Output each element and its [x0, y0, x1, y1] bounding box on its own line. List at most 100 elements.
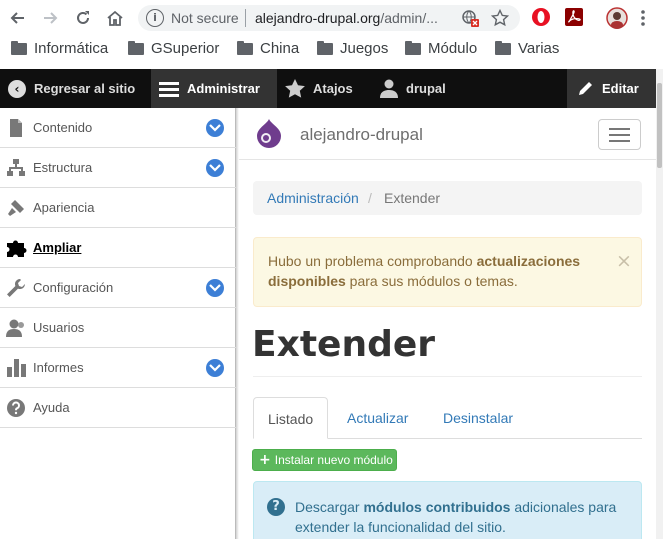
folder-icon	[495, 40, 511, 55]
translate-blocked-icon[interactable]	[461, 9, 479, 32]
folder-icon	[405, 40, 421, 55]
chevron-down-icon[interactable]	[206, 159, 224, 177]
reload-icon[interactable]	[71, 6, 95, 30]
sidebar-item-ayuda[interactable]: Ayuda	[0, 388, 236, 428]
pdf-extension-icon[interactable]	[564, 7, 586, 29]
bookmark-label: China	[260, 40, 300, 57]
folder-icon	[128, 40, 144, 55]
back-to-site-button[interactable]: ‹ Regresar al sitio	[0, 69, 135, 108]
address-bar[interactable]: i Not secure alejandro-drupal.org/admin/…	[138, 5, 520, 31]
chevron-left-icon: ‹	[8, 79, 26, 98]
sidebar-item-ampliar[interactable]: Ampliar	[0, 228, 236, 268]
bookmark-folder[interactable]: Juegos	[317, 40, 388, 57]
sidebar-item-label: Apariencia	[33, 200, 95, 215]
url-path: /admin/...	[380, 10, 438, 26]
page-scrollbar[interactable]	[656, 69, 663, 539]
tab-desinstalar[interactable]: Desinstalar	[443, 397, 513, 439]
bookmark-folder[interactable]: China	[237, 40, 299, 57]
sidebar-item-label: Ampliar	[33, 240, 82, 255]
tab-shortcuts[interactable]: Atajos	[285, 69, 353, 108]
chevron-down-icon[interactable]	[206, 119, 224, 137]
alert-message: Hubo un problema comprobando actualizaci…	[268, 251, 608, 291]
document-icon	[6, 118, 26, 138]
contrib-modules-link[interactable]: módulos contribuidos	[363, 499, 510, 515]
edit-label: Editar	[602, 81, 639, 96]
star-icon[interactable]	[490, 8, 510, 32]
tab-actualizar[interactable]: Actualizar	[347, 397, 408, 439]
warning-alert: Hubo un problema comprobando actualizaci…	[253, 237, 642, 307]
plus-icon: +	[259, 452, 271, 468]
tab-user[interactable]: drupal	[380, 69, 446, 108]
edit-button[interactable]: Editar	[567, 69, 656, 108]
user-label: drupal	[406, 81, 446, 96]
home-icon[interactable]	[103, 6, 127, 30]
breadcrumb-link[interactable]: Administración	[267, 190, 359, 206]
help-icon	[6, 398, 26, 418]
bookmark-folder[interactable]: Informática	[11, 40, 108, 57]
puzzle-icon	[6, 238, 27, 258]
drupal-logo-icon[interactable]	[255, 118, 283, 153]
question-icon: ?	[267, 498, 285, 516]
tab-listado[interactable]: Listado	[253, 397, 329, 439]
browser-menu-icon[interactable]	[640, 9, 646, 31]
sidebar-item-label: Contenido	[33, 120, 93, 135]
scrollbar-thumb[interactable]	[657, 83, 662, 168]
chevron-down-icon[interactable]	[206, 279, 224, 297]
sidebar-item-estructura[interactable]: Estructura	[0, 148, 236, 188]
address-separator	[245, 9, 246, 27]
breadcrumb: Administración / Extender	[253, 181, 642, 215]
browser-toolbar: i Not secure alejandro-drupal.org/admin/…	[0, 0, 663, 36]
info-text: Descargar módulos contribuidos adicional…	[295, 497, 635, 537]
bookmark-label: GSuperior	[151, 40, 220, 57]
menu-toggle-button[interactable]	[598, 119, 641, 150]
opera-extension-icon[interactable]	[531, 7, 553, 29]
hamburger-icon	[159, 81, 179, 97]
sidebar-item-label: Informes	[33, 360, 84, 375]
sidebar-item-configuracion[interactable]: Configuración	[0, 268, 236, 308]
hierarchy-icon	[6, 158, 26, 178]
site-name[interactable]: alejandro-drupal	[300, 125, 423, 145]
alert-text-before: Hubo un problema comprobando	[268, 253, 477, 269]
bookmark-folder[interactable]: Varias	[495, 40, 559, 57]
admin-sidebar: Contenido Estructura Apariencia Ampliar …	[0, 108, 236, 539]
profile-avatar[interactable]	[606, 7, 628, 29]
manage-label: Administrar	[187, 81, 260, 96]
forward-icon[interactable]	[38, 6, 62, 30]
bookmark-folder[interactable]: GSuperior	[128, 40, 219, 57]
primary-tabs: Listado Actualizar Desinstalar	[253, 397, 642, 439]
back-to-site-label: Regresar al sitio	[34, 81, 136, 96]
bookmark-folder[interactable]: Módulo	[405, 40, 477, 57]
url-text[interactable]: alejandro-drupal.org/admin/...	[255, 10, 455, 26]
info-message: ? Descargar módulos contribuidos adicion…	[253, 481, 642, 539]
alert-text-after: para sus módulos o temas.	[345, 273, 518, 289]
sidebar-item-informes[interactable]: Informes	[0, 348, 236, 388]
info-icon[interactable]: i	[146, 9, 164, 27]
page-title: Extender	[252, 324, 436, 365]
sidebar-item-apariencia[interactable]: Apariencia	[0, 188, 236, 228]
hamburger-line	[609, 140, 630, 142]
wrench-icon	[6, 278, 26, 298]
admin-toolbar: ‹ Regresar al sitio Administrar Atajos d…	[0, 69, 663, 108]
paint-roller-icon	[6, 198, 26, 218]
back-icon[interactable]	[6, 6, 30, 30]
close-icon[interactable]: ×	[616, 251, 632, 271]
site-header: alejandro-drupal	[239, 108, 656, 160]
install-module-label: Instalar nuevo módulo	[274, 453, 393, 467]
bookmarks-bar: Informática GSuperior China Juegos Módul…	[0, 36, 663, 68]
sidebar-item-label: Usuarios	[33, 320, 85, 335]
sidebar-item-label: Configuración	[33, 280, 114, 295]
tab-manage[interactable]: Administrar	[151, 69, 277, 108]
install-module-button[interactable]: + Instalar nuevo módulo	[252, 449, 397, 471]
sidebar-item-usuarios[interactable]: Usuarios	[0, 308, 236, 348]
shortcuts-label: Atajos	[313, 81, 353, 96]
bookmark-label: Módulo	[428, 40, 478, 57]
info-text-before: Descargar	[295, 499, 364, 515]
sidebar-item-contenido[interactable]: Contenido	[0, 108, 236, 148]
url-domain: alejandro-drupal.org	[255, 10, 381, 26]
hamburger-line	[609, 128, 630, 130]
breadcrumb-separator: /	[368, 190, 372, 206]
folder-icon	[11, 40, 27, 55]
chevron-down-icon[interactable]	[206, 359, 224, 377]
security-label: Not secure	[171, 10, 239, 26]
title-divider	[253, 376, 642, 377]
